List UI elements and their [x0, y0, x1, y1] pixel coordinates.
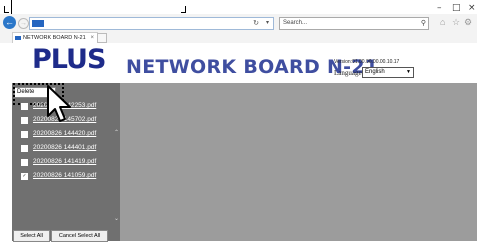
select-all-button[interactable]: Select All	[13, 230, 50, 242]
file-checkbox[interactable]	[21, 131, 28, 138]
file-link[interactable]: 20200826 144420.pdf	[33, 129, 96, 139]
star-icon[interactable]: ☆	[452, 17, 460, 28]
arrow-right-icon: →	[20, 20, 27, 27]
plus-logo: PLUS	[32, 44, 106, 75]
forward-button[interactable]: →	[18, 18, 29, 29]
version-label: Version:01.00.00.00.00.10.17	[334, 59, 400, 65]
tab-close-icon[interactable]: ×	[90, 33, 94, 43]
list-item[interactable]: 20200826 144420.pdf	[19, 129, 109, 139]
back-button[interactable]: ←	[3, 16, 16, 29]
language-value: English	[365, 69, 385, 75]
tab-favicon-icon	[15, 36, 21, 40]
browser-tab[interactable]: NETWORK BOARD N-21 ×	[12, 32, 98, 43]
home-icon[interactable]: ⌂	[440, 17, 445, 27]
preview-area	[120, 83, 477, 241]
list-item[interactable]: 20200826 144401.pdf	[19, 143, 109, 153]
file-link[interactable]: 20200826 141059.pdf	[33, 171, 96, 181]
minimize-button[interactable]: –	[437, 3, 442, 13]
address-bar[interactable]: ↻ ▾	[29, 17, 274, 30]
search-placeholder: Search...	[283, 20, 308, 26]
language-label: Language	[334, 69, 362, 77]
maximize-button[interactable]: □	[452, 3, 461, 13]
arrow-left-icon: ←	[5, 17, 14, 27]
list-item[interactable]: 20200826 141419.pdf	[19, 157, 109, 167]
scroll-down-icon[interactable]: ⌄	[114, 215, 119, 222]
file-link[interactable]: 20200826 141419.pdf	[33, 157, 96, 167]
file-link[interactable]: 20200826 144401.pdf	[33, 143, 96, 153]
tab-label: NETWORK BOARD N-21	[23, 35, 86, 41]
language-select[interactable]: English ▼	[362, 67, 414, 78]
new-tab-button[interactable]	[97, 33, 107, 43]
list-item[interactable]: ✓ 20200826 141059.pdf	[19, 171, 109, 181]
annotation-bracket-right	[181, 6, 186, 13]
chevron-down-icon[interactable]: ▾	[266, 18, 269, 29]
annotation-bracket-left	[4, 6, 9, 13]
cursor-icon	[47, 85, 71, 122]
gear-icon[interactable]: ⚙	[464, 17, 472, 28]
site-favicon-icon	[32, 20, 44, 27]
cancel-select-all-button[interactable]: Cancel Select All	[51, 230, 108, 242]
file-checkbox[interactable]	[21, 145, 28, 152]
file-checkbox[interactable]	[21, 103, 28, 110]
chevron-down-icon: ▼	[406, 69, 411, 75]
search-icon[interactable]: ⚲	[421, 18, 426, 29]
file-checkbox[interactable]	[21, 159, 28, 166]
file-checkbox-checked[interactable]: ✓	[21, 173, 28, 180]
scroll-up-icon[interactable]: ⌃	[114, 129, 119, 136]
file-checkbox[interactable]	[21, 117, 28, 124]
close-window-button[interactable]: ×	[468, 3, 476, 13]
search-input[interactable]: Search... ⚲	[279, 17, 429, 30]
refresh-icon[interactable]: ↻	[253, 18, 259, 29]
